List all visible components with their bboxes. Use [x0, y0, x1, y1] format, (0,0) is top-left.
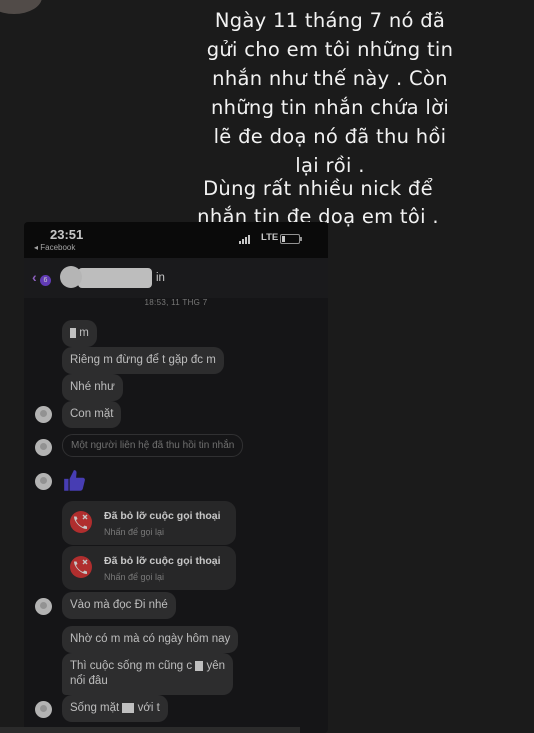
- messenger-screenshot: 23:51 ◂ Facebook LTE ‹ 6 in 18:53, 11 TH…: [24, 222, 328, 733]
- call-title: Đã bỏ lỡ cuộc gọi thoại: [104, 555, 221, 567]
- contact-name[interactable]: in: [156, 272, 165, 284]
- missed-call-icon: [70, 556, 92, 578]
- call-subtitle: Nhấn để gọi lại: [104, 527, 165, 537]
- redacted-text: [195, 660, 204, 671]
- status-time: 23:51: [50, 227, 84, 242]
- story-author-avatar[interactable]: [0, 0, 42, 14]
- unread-badge: 6: [40, 275, 51, 286]
- thumbs-up-icon[interactable]: [62, 468, 88, 494]
- redacted-name: [78, 268, 152, 288]
- sender-avatar[interactable]: [35, 406, 52, 423]
- message-timestamp: 18:53, 11 THG 7: [144, 298, 208, 307]
- sender-avatar[interactable]: [35, 701, 52, 718]
- sender-avatar[interactable]: [35, 439, 52, 456]
- sender-avatar[interactable]: [35, 473, 52, 490]
- bottom-strip: [0, 727, 300, 733]
- back-to-facebook[interactable]: ◂ Facebook: [34, 243, 75, 252]
- status-bar: 23:51 ◂ Facebook LTE: [24, 222, 328, 258]
- story-caption: Ngày 11 tháng 7 nó đã gửi cho em tôi nhữ…: [206, 9, 454, 177]
- message-bubble[interactable]: Nhờ có m mà có ngày hôm nay: [62, 626, 239, 653]
- sender-avatar[interactable]: [35, 598, 52, 615]
- message-bubble[interactable]: m: [62, 320, 97, 347]
- network-type: LTE: [261, 232, 279, 243]
- message-bubble[interactable]: Con mặt: [62, 401, 122, 428]
- missed-call-card[interactable]: Đã bỏ lỡ cuộc gọi thoại Nhấn để gọi lại: [62, 501, 236, 545]
- missed-call-icon: [70, 511, 92, 533]
- unsent-message-notice: Một người liên hệ đã thu hồi tin nhắn: [62, 434, 244, 457]
- message-bubble[interactable]: Vào mà đọc Đi nhé: [62, 592, 176, 619]
- message-bubble[interactable]: Riêng m đừng để t gặp đc m: [62, 347, 224, 374]
- call-subtitle: Nhấn để gọi lại: [104, 572, 165, 582]
- redacted-text: [122, 702, 135, 713]
- redacted-text: [70, 327, 76, 338]
- message-bubble[interactable]: Nhé như: [62, 374, 123, 401]
- battery-icon: [280, 234, 302, 244]
- call-title: Đã bỏ lỡ cuộc gọi thoại: [104, 510, 221, 522]
- message-bubble[interactable]: Sống mặt với t: [62, 695, 168, 722]
- signal-icon: [239, 235, 250, 244]
- chat-header: ‹ 6 in: [24, 258, 328, 298]
- contact-avatar[interactable]: [60, 266, 82, 288]
- missed-call-card[interactable]: Đã bỏ lỡ cuộc gọi thoại Nhấn để gọi lại: [62, 546, 236, 590]
- message-bubble[interactable]: Thì cuộc sống m cũng c yên nổi đâu: [62, 653, 234, 695]
